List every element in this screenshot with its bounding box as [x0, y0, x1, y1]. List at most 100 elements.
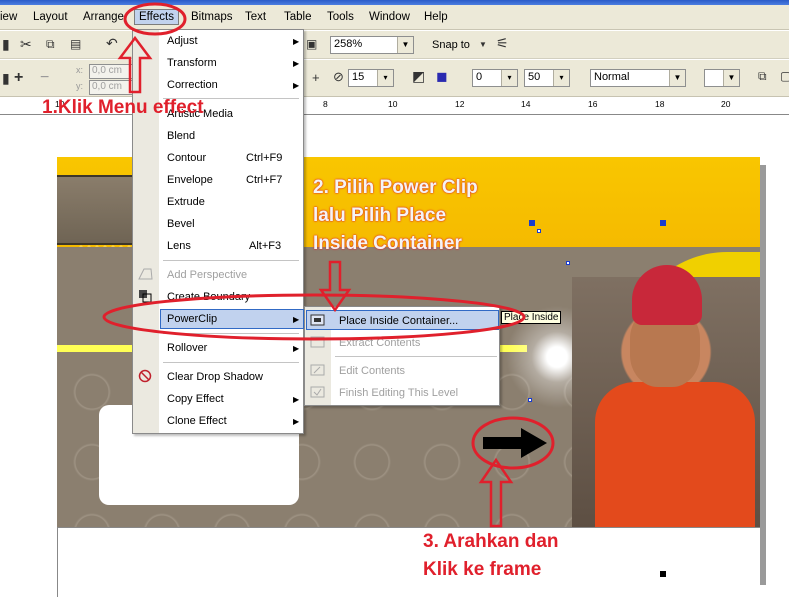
annotation-step-1: 1.Klik Menu effect [42, 97, 204, 118]
blend-mode-select[interactable]: Normal ▼ [590, 69, 686, 87]
selection-handle[interactable] [529, 220, 535, 226]
tooltip: Place Inside [501, 311, 562, 324]
chevron-down-icon: ▼ [723, 70, 739, 86]
selection-handle[interactable] [660, 220, 666, 226]
page-shadow [760, 165, 766, 585]
selection-handle[interactable] [660, 571, 666, 577]
offset-a-field[interactable]: 0 ▾ [472, 69, 518, 87]
standard-toolbar: ▮ ✂ ⧉ ▤ ↶ ▣ 258% ▼ Snap to ▼ ⚟ [0, 31, 789, 59]
photo-shirt [595, 382, 755, 527]
menu-item-correction[interactable]: Correction [167, 79, 218, 91]
menu-item-add-perspective[interactable]: Add Perspective [167, 269, 247, 281]
offset-a-value: 0 [476, 71, 483, 83]
cursor-arrow-icon [483, 428, 547, 458]
zoom-page-icon[interactable]: ▣ [306, 37, 317, 51]
menu-layout[interactable]: Layout [33, 11, 68, 23]
submenu-arrow-icon: ▶ [293, 344, 300, 353]
page-border [57, 527, 760, 528]
spin-icon: ▾ [553, 70, 569, 86]
outline-width-value: 15 [352, 71, 365, 83]
menu-item-clone-effect[interactable]: Clone Effect [167, 415, 227, 427]
submenu-item-extract-contents[interactable]: Extract Contents [339, 337, 420, 349]
menu-bar: iew Layout Arrange Effects Bitmaps Text … [0, 5, 789, 30]
spin-icon: ▾ [501, 70, 517, 86]
y-position-field[interactable]: 0,0 cm [89, 80, 133, 95]
selection-node[interactable] [537, 229, 541, 233]
menu-item-copy-effect[interactable]: Copy Effect [167, 393, 224, 405]
color-select[interactable]: ▼ [704, 69, 740, 87]
menu-item-blend[interactable]: Blend [167, 130, 195, 142]
paste-icon[interactable]: ▤ [70, 37, 81, 51]
fill-icon[interactable]: ◩ [412, 68, 425, 85]
submenu-arrow-icon: ▶ [293, 81, 300, 90]
menu-item-adjust[interactable]: Adjust [167, 35, 198, 47]
property-bar: ▮ + − x: 0,0 cm y: 0,0 cm + ⊘ 15 ▾ ◩ ◼ 0… [0, 60, 789, 97]
snap-dropdown-icon[interactable]: ▼ [479, 40, 487, 49]
menu-item-create-boundary[interactable]: Create Boundary [167, 291, 250, 303]
selection-node[interactable] [566, 261, 570, 265]
menu-item-clear-drop-shadow[interactable]: Clear Drop Shadow [167, 371, 263, 383]
submenu-item-place-inside-container[interactable]: Place Inside Container... [339, 315, 458, 327]
color-icon[interactable]: ◼ [436, 68, 448, 85]
menu-view[interactable]: iew [0, 11, 17, 23]
separator-icon: ▮ [2, 36, 10, 52]
add-icon[interactable]: + [14, 69, 23, 87]
shortcut-contour: Ctrl+F9 [246, 152, 283, 164]
menu-effects[interactable]: Effects [134, 9, 179, 25]
outline-pen-icon[interactable]: ⊘ [333, 69, 344, 85]
menu-separator [163, 362, 299, 363]
menu-bitmaps[interactable]: Bitmaps [191, 11, 233, 23]
outline-width-field[interactable]: 15 ▾ [348, 69, 394, 87]
menu-arrange[interactable]: Arrange [83, 11, 124, 23]
annotation-step-2-line-2: lalu Pilih Place [313, 205, 447, 226]
menu-table[interactable]: Table [284, 11, 312, 23]
ruler-label: 10 [388, 99, 398, 109]
menu-separator [163, 333, 299, 334]
ruler-label: 14 [521, 99, 531, 109]
ruler-label: 12 [455, 99, 465, 109]
snap-options-icon[interactable]: ⚟ [496, 35, 509, 52]
boundary-icon [139, 290, 152, 303]
x-label: x: [76, 65, 84, 75]
submenu-arrow-icon: ▶ [293, 315, 300, 324]
zoom-level-select[interactable]: 258% ▼ [330, 36, 414, 54]
x-position-field[interactable]: 0,0 cm [89, 64, 133, 79]
clear-icon[interactable]: ▢ [780, 69, 789, 83]
annotation-step-3-line-2: Klik ke frame [423, 559, 542, 580]
menu-item-extrude[interactable]: Extrude [167, 196, 205, 208]
menu-window[interactable]: Window [369, 11, 410, 23]
effects-menu: Adjust ▶ Transform ▶ Correction ▶ Artist… [132, 29, 304, 434]
edit-contents-icon [310, 364, 325, 376]
menu-help[interactable]: Help [424, 11, 448, 23]
copy-properties-icon[interactable]: ⧉ [758, 69, 767, 84]
menu-separator [163, 260, 299, 261]
place-inside-icon [310, 314, 325, 326]
annotation-step-2-line-3: Inside Container [313, 233, 462, 254]
remove-icon[interactable]: − [40, 69, 49, 87]
selection-node[interactable] [528, 398, 532, 402]
ruler-label: 8 [323, 99, 328, 109]
spin-icon: ▾ [377, 70, 393, 86]
menu-item-lens[interactable]: Lens [167, 240, 191, 252]
menu-tools[interactable]: Tools [327, 11, 354, 23]
menu-item-transform[interactable]: Transform [167, 57, 217, 69]
submenu-arrow-icon: ▶ [293, 395, 300, 404]
menu-item-envelope[interactable]: Envelope [167, 174, 213, 186]
powerclip-submenu: Place Inside Container... Extract Conten… [304, 306, 500, 406]
menu-item-contour[interactable]: Contour [167, 152, 206, 164]
undo-icon[interactable]: ↶ [106, 35, 118, 52]
offset-b-value: 50 [528, 71, 541, 83]
annotation-step-3-line-1: 3. Arahkan dan [423, 531, 559, 552]
menu-item-powerclip[interactable]: PowerClip [167, 313, 217, 325]
copy-icon[interactable]: ⧉ [46, 37, 55, 52]
menu-item-bevel[interactable]: Bevel [167, 218, 195, 230]
nudge-icon[interactable]: + [312, 70, 320, 85]
submenu-item-finish-editing[interactable]: Finish Editing This Level [339, 387, 458, 399]
snap-to-button[interactable]: Snap to [432, 39, 470, 51]
offset-b-field[interactable]: 50 ▾ [524, 69, 570, 87]
submenu-item-edit-contents[interactable]: Edit Contents [339, 365, 405, 377]
menu-item-rollover[interactable]: Rollover [167, 342, 207, 354]
page-border [57, 527, 58, 597]
menu-text[interactable]: Text [245, 11, 266, 23]
cut-icon[interactable]: ✂ [20, 36, 32, 53]
